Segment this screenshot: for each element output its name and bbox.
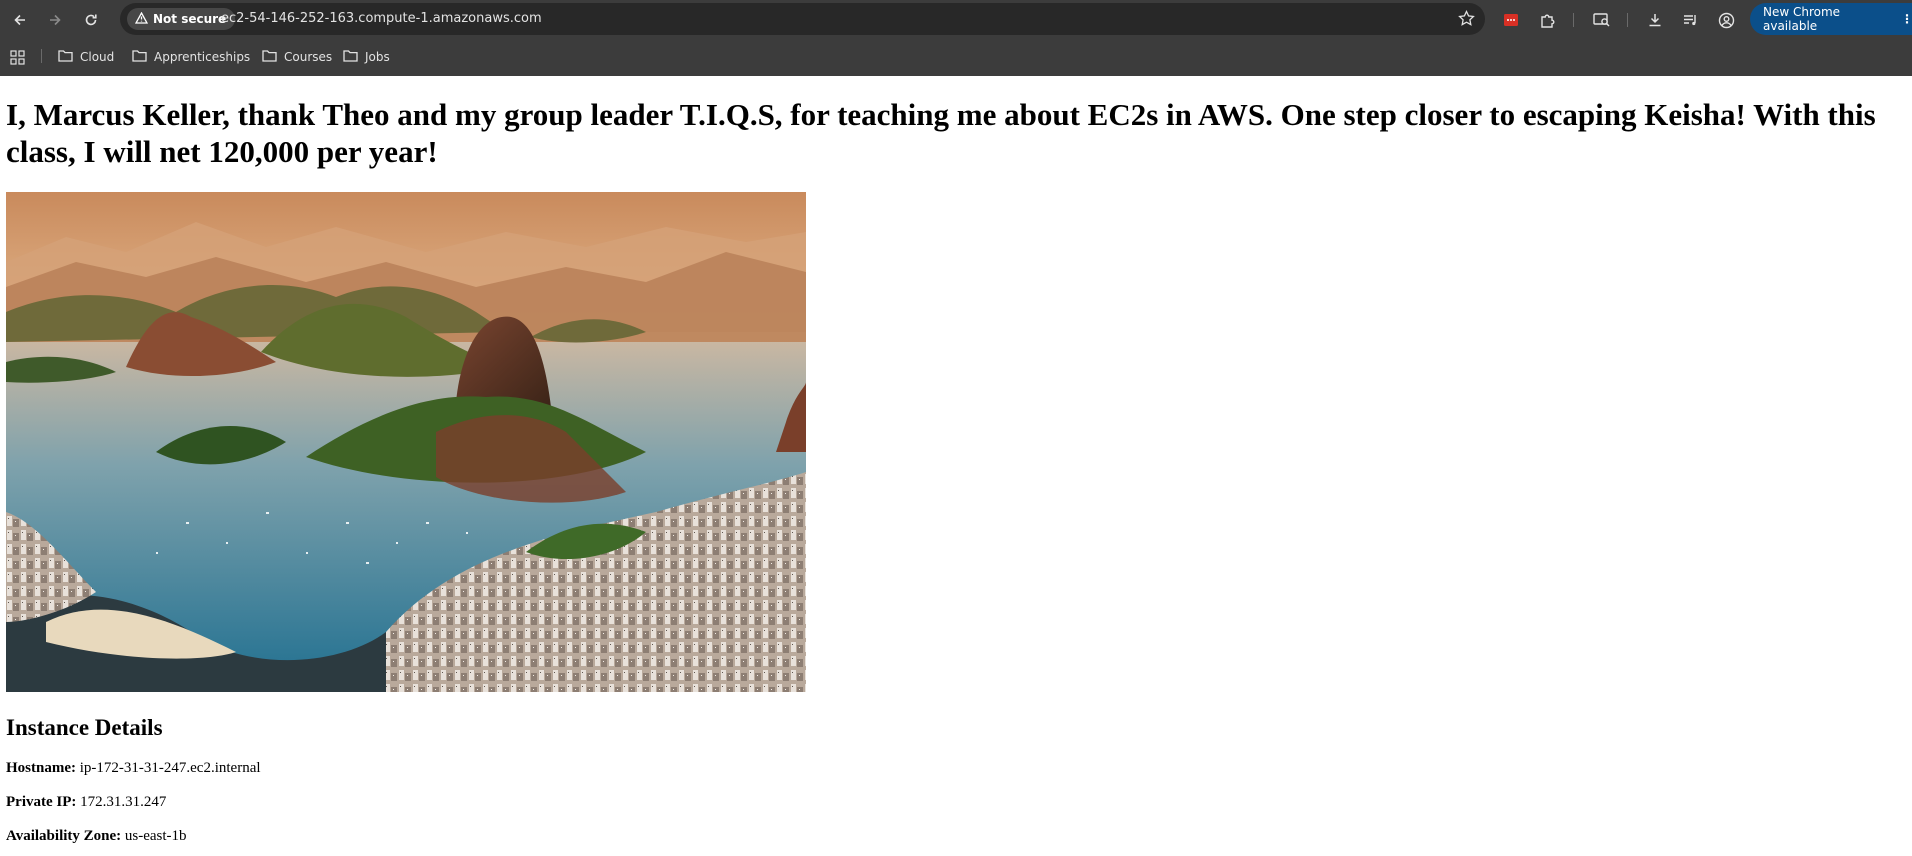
download-icon[interactable]	[1641, 6, 1669, 34]
screen-search-icon[interactable]	[1588, 6, 1616, 34]
url-text[interactable]: ec2-54-146-252-163.compute-1.amazonaws.c…	[221, 3, 542, 35]
apps-grid-icon[interactable]	[10, 46, 25, 68]
security-label: Not secure	[153, 12, 227, 26]
detail-value: ip-172-31-31-247.ec2.internal	[79, 760, 261, 776]
detail-label: Hostname:	[6, 760, 76, 776]
bookmark-label: Courses	[284, 50, 333, 64]
detail-label: Availability Zone:	[6, 828, 122, 844]
detail-hostname: Hostname: ip-172-31-31-247.ec2.internal	[6, 760, 1906, 776]
reload-icon[interactable]	[77, 6, 105, 34]
security-chip[interactable]: Not secure	[127, 8, 236, 30]
browser-toolbar: Not secure ec2-54-146-252-163.compute-1.…	[0, 0, 1912, 39]
browser-chrome: Not secure ec2-54-146-252-163.compute-1.…	[0, 0, 1912, 76]
page-heading: I, Marcus Keller, thank Theo and my grou…	[6, 97, 1876, 169]
forward-icon[interactable]	[41, 6, 69, 34]
toolbar-separator	[1627, 13, 1628, 27]
bookmark-courses[interactable]: Courses	[262, 46, 332, 68]
bookmark-label: Apprenticeships	[154, 50, 251, 64]
detail-value: us-east-1b	[124, 828, 187, 844]
folder-icon	[262, 49, 277, 65]
toolbar-separator	[1573, 13, 1574, 27]
rio-landscape-image	[6, 192, 806, 692]
section-title: Instance Details	[6, 715, 163, 740]
bookmark-apprenticeships[interactable]: Apprenticeships	[132, 46, 250, 68]
bookmark-jobs[interactable]: Jobs	[343, 46, 390, 68]
puzzle-icon[interactable]	[1533, 6, 1561, 34]
bookmarks-separator	[41, 49, 42, 63]
back-icon[interactable]	[6, 6, 34, 34]
detail-label: Private IP:	[6, 794, 77, 810]
warning-icon	[134, 11, 149, 27]
page-content: I, Marcus Keller, thank Theo and my grou…	[6, 76, 1906, 844]
folder-icon	[132, 49, 147, 65]
folder-icon	[343, 49, 358, 65]
bookmarks-bar: Cloud Apprenticeships Courses Jobs	[0, 40, 1912, 72]
profile-icon[interactable]	[1712, 6, 1740, 34]
bookmark-label: Cloud	[80, 50, 115, 64]
bookmark-cloud[interactable]: Cloud	[58, 46, 114, 68]
extension-red-icon[interactable]	[1497, 6, 1525, 34]
detail-value: 172.31.31.247	[80, 794, 167, 810]
detail-private-ip: Private IP: 172.31.31.247	[6, 794, 1906, 810]
media-icon[interactable]	[1676, 6, 1704, 34]
folder-icon	[58, 49, 73, 65]
update-label: New Chrome available	[1763, 5, 1841, 33]
detail-availability-zone: Availability Zone: us-east-1b	[6, 828, 1906, 844]
address-bar[interactable]: Not secure ec2-54-146-252-163.compute-1.…	[120, 3, 1485, 35]
update-chrome-button[interactable]: New Chrome available ⋮	[1750, 3, 1912, 35]
bookmark-label: Jobs	[365, 50, 390, 64]
star-icon[interactable]	[1458, 9, 1475, 31]
kebab-icon: ⋮	[1901, 12, 1912, 26]
